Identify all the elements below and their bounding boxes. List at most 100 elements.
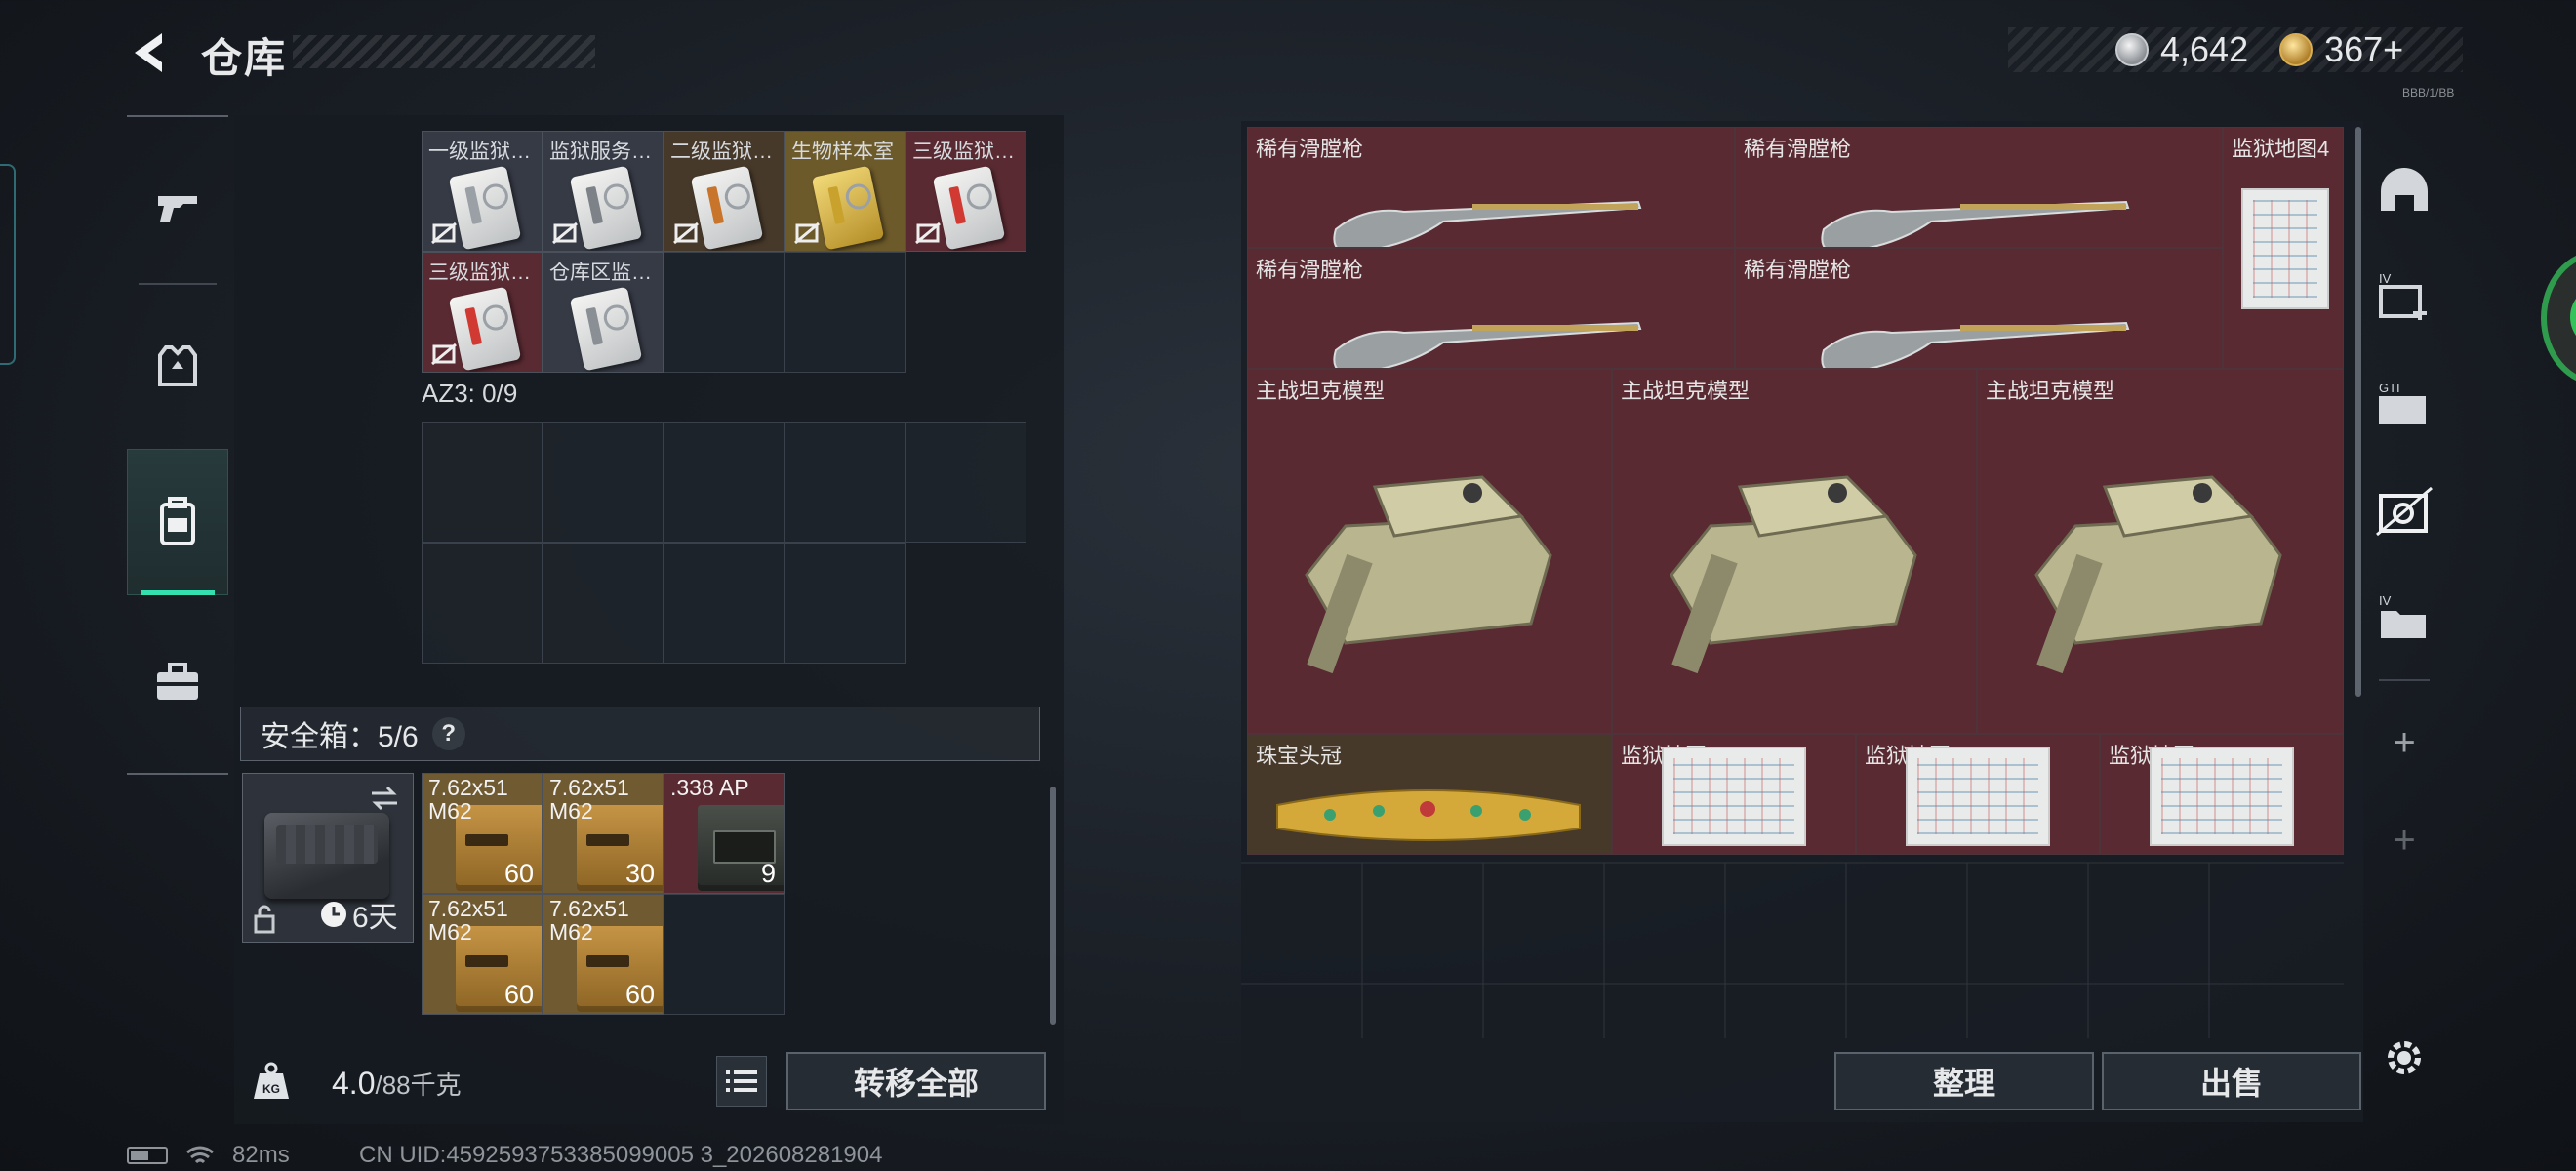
musket-image	[1333, 200, 1642, 247]
plus-icon: +	[2393, 720, 2416, 764]
weight-max: /88千克	[375, 1070, 462, 1100]
keycard-item[interactable]: 监狱服务…	[543, 131, 664, 252]
musket-image	[1821, 321, 2130, 368]
storage-tab-expand[interactable]: IV	[2365, 254, 2443, 342]
list-view-button[interactable]	[716, 1056, 767, 1107]
empty-slot[interactable]	[785, 543, 906, 664]
map-item[interactable]: 监狱地图4	[2100, 734, 2344, 855]
add-storage-slot[interactable]: +	[2365, 699, 2443, 787]
crown-image	[1276, 789, 1581, 841]
safebox-case[interactable]: 6天	[242, 773, 414, 943]
sell-button[interactable]: 出售	[2102, 1052, 2361, 1110]
keycard-item[interactable]: 一级监狱…	[422, 131, 543, 252]
briefcase-icon	[157, 663, 198, 700]
empty-slot[interactable]	[906, 422, 1026, 543]
empty-slot[interactable]	[422, 422, 543, 543]
nav-backpack[interactable]	[127, 449, 228, 595]
keycard-image	[448, 286, 522, 372]
keycard-item[interactable]: 仓库区监…	[543, 252, 664, 373]
map-image	[1662, 747, 1806, 846]
nav-toolbox[interactable]	[127, 609, 228, 755]
empty-slot[interactable]	[664, 252, 785, 373]
item-label: 仓库区监…	[549, 262, 652, 284]
settings-button[interactable]	[2381, 1034, 2428, 1086]
empty-slot[interactable]	[664, 543, 785, 664]
nav-weapons[interactable]	[127, 135, 228, 281]
no-transfer-icon	[673, 222, 699, 245]
back-button[interactable]	[125, 27, 176, 78]
pistol-icon	[158, 196, 197, 222]
add-storage-slot[interactable]: +	[2365, 796, 2443, 884]
case-image	[264, 813, 389, 899]
map-image	[2241, 188, 2329, 309]
storage-tab-gti[interactable]: GTI	[2365, 361, 2443, 449]
tank-model-item[interactable]: 主战坦克模型	[1612, 369, 1977, 734]
ammo-item[interactable]: 7.62x51 M62 30	[543, 773, 664, 894]
vest-icon	[158, 345, 197, 386]
chat-float-button[interactable]	[2541, 250, 2576, 386]
clock-icon	[321, 902, 346, 927]
storage-scrollbar[interactable]	[2355, 127, 2361, 697]
item-label: 监狱服务…	[549, 141, 652, 163]
item-label: 主战坦克模型	[1256, 379, 1386, 403]
no-transfer-icon	[915, 222, 941, 245]
silver-coin-icon	[2115, 33, 2149, 66]
svg-text:IV: IV	[2379, 271, 2392, 286]
empty-slot[interactable]	[543, 543, 664, 664]
no-transfer-icon	[431, 222, 457, 245]
rifle-item[interactable]: 稀有滑膛枪	[1735, 248, 2223, 369]
item-label: 主战坦克模型	[1621, 379, 1751, 403]
item-count: 60	[503, 980, 534, 1009]
rifle-item[interactable]: 稀有滑膛枪	[1247, 248, 1735, 369]
backpack-icon	[160, 497, 195, 545]
map-item[interactable]: 监狱地图4	[1856, 734, 2100, 855]
tank-image	[1670, 475, 1917, 674]
map-item[interactable]: 监狱地图4	[1612, 734, 1856, 855]
tank-model-item[interactable]: 主战坦克模型	[1247, 369, 1612, 734]
no-transfer-icon	[431, 343, 457, 366]
swap-icon[interactable]	[368, 784, 401, 813]
safebox-header: 安全箱：5/6 ?	[240, 707, 1040, 761]
empty-slot[interactable]	[664, 894, 785, 1015]
rifle-item[interactable]: 稀有滑膛枪	[1735, 127, 2223, 248]
map-item[interactable]: 监狱地图4	[2223, 127, 2344, 369]
keycard-item[interactable]: 生物样本室	[785, 131, 906, 252]
transfer-all-button[interactable]: 转移全部	[786, 1052, 1046, 1110]
category-nav	[127, 115, 228, 775]
item-label: 7.62x51 M62	[428, 896, 508, 945]
item-count: 60	[503, 859, 534, 888]
item-label: 稀有滑膛枪	[1256, 137, 1364, 161]
keycard-item[interactable]: 三级监狱…	[422, 252, 543, 373]
item-label: 珠宝头冠	[1256, 744, 1343, 768]
side-drawer-tab[interactable]	[0, 164, 16, 365]
item-label: 7.62x51 M62	[549, 775, 629, 824]
gti-card-icon: GTI	[2379, 381, 2426, 424]
sort-button[interactable]: 整理	[1834, 1052, 2094, 1110]
help-button[interactable]: ?	[431, 717, 465, 750]
storage-tab-vault[interactable]	[2365, 468, 2443, 556]
keycard-item[interactable]: 三级监狱…	[906, 131, 1026, 252]
storage-tab-level4[interactable]: IV	[2365, 576, 2443, 664]
gold-coin-value[interactable]: 367+	[2324, 29, 2403, 70]
empty-slot[interactable]	[543, 422, 664, 543]
tank-model-item[interactable]: 主战坦克模型	[1977, 369, 2344, 734]
empty-slot[interactable]	[422, 543, 543, 664]
left-scrollbar[interactable]	[1050, 787, 1056, 1025]
ammo-item[interactable]: 7.62x51 M62 60	[422, 773, 543, 894]
page-title: 仓库	[201, 35, 288, 81]
nav-armor[interactable]	[127, 293, 228, 439]
ammo-item[interactable]: 7.62x51 M62 60	[543, 894, 664, 1015]
item-label: 稀有滑膛枪	[1256, 258, 1364, 282]
musket-image	[1333, 321, 1642, 368]
rifle-item[interactable]: 稀有滑膛枪	[1247, 127, 1735, 248]
empty-slot[interactable]	[664, 422, 785, 543]
item-label: 7.62x51 M62	[428, 775, 508, 824]
storage-tab-home[interactable]	[2365, 146, 2443, 234]
empty-slot[interactable]	[785, 252, 906, 373]
no-transfer-icon	[552, 222, 578, 245]
keycard-item[interactable]: 二级监狱…	[664, 131, 785, 252]
empty-slot[interactable]	[785, 422, 906, 543]
crown-item[interactable]: 珠宝头冠	[1247, 734, 1612, 855]
ammo-item[interactable]: .338 AP 9	[664, 773, 785, 894]
ammo-item[interactable]: 7.62x51 M62 60	[422, 894, 543, 1015]
